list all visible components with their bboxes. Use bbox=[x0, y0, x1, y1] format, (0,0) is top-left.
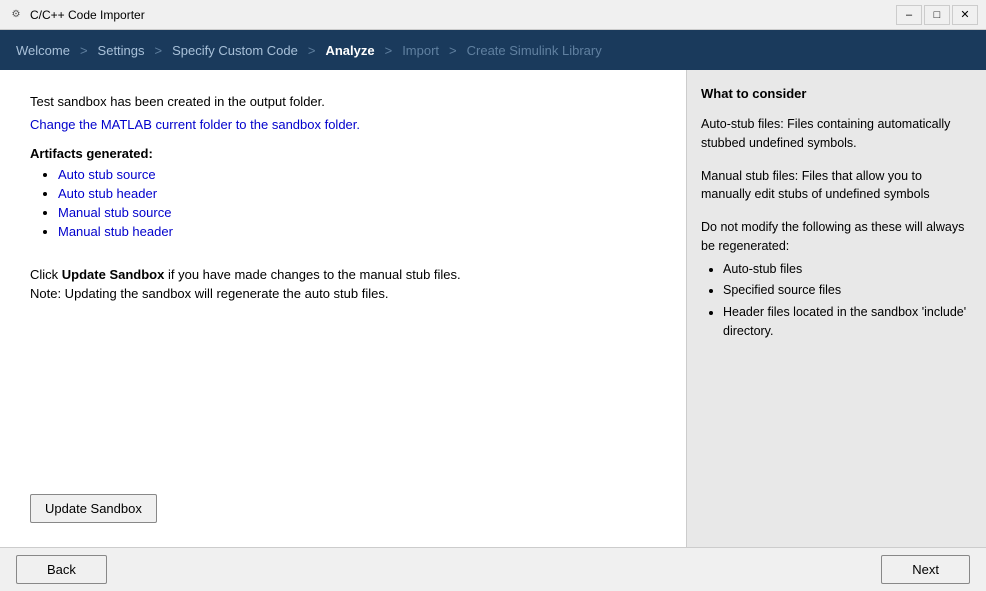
right-panel: What to consider Auto-stub files: Files … bbox=[686, 70, 986, 547]
nav-specify-custom-code[interactable]: Specify Custom Code bbox=[166, 39, 304, 62]
next-button[interactable]: Next bbox=[881, 555, 970, 584]
change-folder-link[interactable]: Change the MATLAB current folder to the … bbox=[30, 117, 656, 132]
title-bar-text: C/C++ Code Importer bbox=[30, 8, 896, 22]
nav-import: Import bbox=[396, 39, 445, 62]
app-icon: ⚙ bbox=[8, 7, 24, 23]
title-bar: ⚙ C/C++ Code Importer – □ ✕ bbox=[0, 0, 986, 30]
title-bar-controls: – □ ✕ bbox=[896, 5, 978, 25]
nav-sep-4: > bbox=[385, 43, 393, 58]
nav-sep-1: > bbox=[80, 43, 88, 58]
click-update-text: Click Update Sandbox if you have made ch… bbox=[30, 267, 656, 282]
list-item: Auto stub source bbox=[58, 167, 656, 182]
nav-settings[interactable]: Settings bbox=[92, 39, 151, 62]
right-panel-title: What to consider bbox=[701, 86, 972, 101]
nav-analyze[interactable]: Analyze bbox=[319, 39, 380, 62]
nav-bar: Welcome > Settings > Specify Custom Code… bbox=[0, 30, 986, 70]
nav-sep-3: > bbox=[308, 43, 316, 58]
maximize-button[interactable]: □ bbox=[924, 5, 950, 25]
right-panel-para3: Do not modify the following as these wil… bbox=[701, 218, 972, 256]
list-item: Manual stub source bbox=[58, 205, 656, 220]
footer: Back Next bbox=[0, 547, 986, 591]
minimize-button[interactable]: – bbox=[896, 5, 922, 25]
auto-stub-source-link[interactable]: Auto stub source bbox=[58, 167, 156, 182]
list-item: Auto stub header bbox=[58, 186, 656, 201]
nav-welcome[interactable]: Welcome bbox=[10, 39, 76, 62]
note-section: Click Update Sandbox if you have made ch… bbox=[30, 267, 656, 301]
manual-stub-header-link[interactable]: Manual stub header bbox=[58, 224, 173, 239]
main-area: Test sandbox has been created in the out… bbox=[0, 70, 986, 547]
right-panel-para2: Manual stub files: Files that allow you … bbox=[701, 167, 972, 205]
update-sandbox-button[interactable]: Update Sandbox bbox=[30, 494, 157, 523]
right-panel-para1: Auto-stub files: Files containing automa… bbox=[701, 115, 972, 153]
manual-stub-source-link[interactable]: Manual stub source bbox=[58, 205, 171, 220]
nav-sep-2: > bbox=[155, 43, 163, 58]
sandbox-created-text: Test sandbox has been created in the out… bbox=[30, 94, 656, 109]
list-item: Auto-stub files bbox=[723, 260, 972, 279]
artifact-list: Auto stub source Auto stub header Manual… bbox=[30, 167, 656, 243]
back-button[interactable]: Back bbox=[16, 555, 107, 584]
right-panel-list: Auto-stub files Specified source files H… bbox=[701, 260, 972, 341]
note-regenerate-text: Note: Updating the sandbox will regenera… bbox=[30, 286, 656, 301]
left-panel: Test sandbox has been created in the out… bbox=[0, 70, 686, 547]
nav-create-simulink: Create Simulink Library bbox=[461, 39, 608, 62]
close-button[interactable]: ✕ bbox=[952, 5, 978, 25]
button-section: Update Sandbox bbox=[30, 454, 656, 523]
list-item: Specified source files bbox=[723, 281, 972, 300]
auto-stub-header-link[interactable]: Auto stub header bbox=[58, 186, 157, 201]
nav-sep-5: > bbox=[449, 43, 457, 58]
list-item: Manual stub header bbox=[58, 224, 656, 239]
list-item: Header files located in the sandbox 'inc… bbox=[723, 303, 972, 341]
artifacts-label: Artifacts generated: bbox=[30, 146, 656, 161]
